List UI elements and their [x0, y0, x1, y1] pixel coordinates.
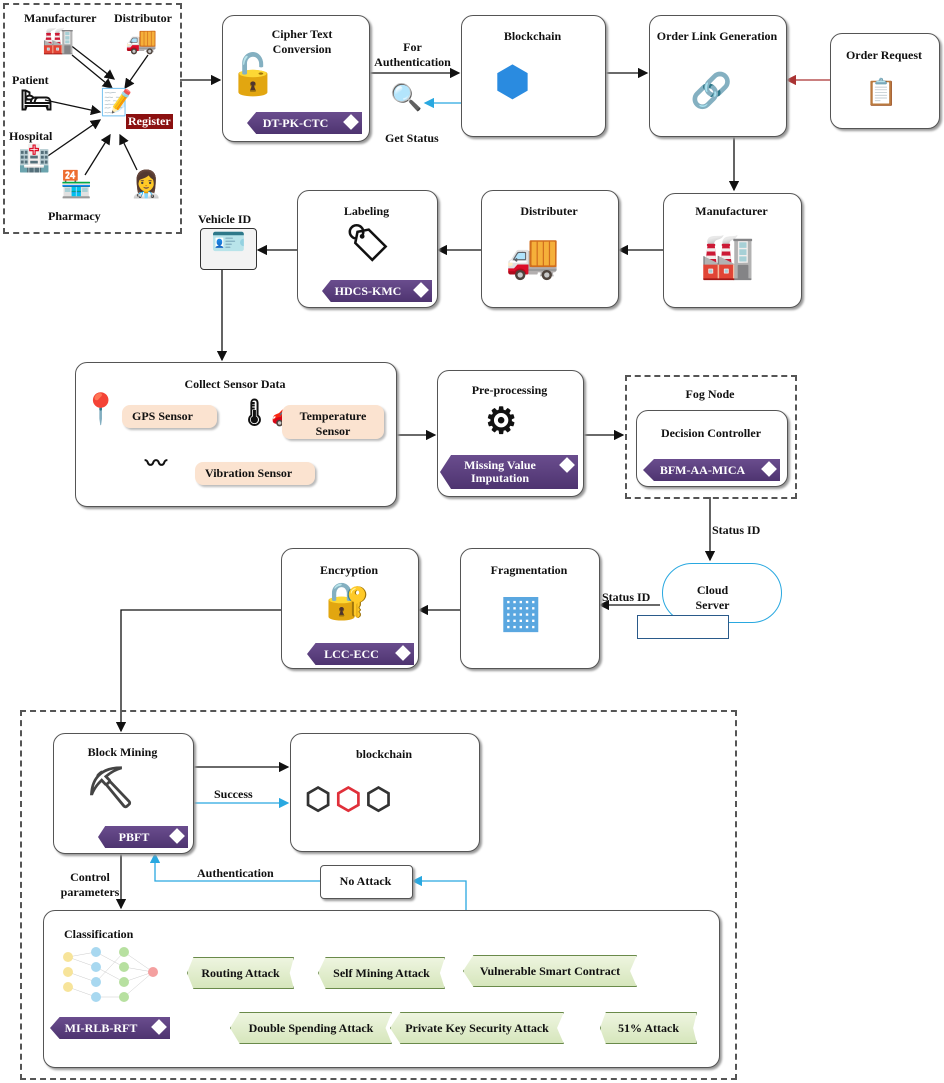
vulnerable-smart-contract: Vulnerable Smart Contract [463, 955, 637, 987]
self-mining-attack: Self Mining Attack [318, 957, 445, 989]
order-link-title: Order Link Generation [656, 29, 778, 43]
distributer-title: Distributer [520, 204, 578, 218]
labeling-title: Labeling [343, 204, 390, 218]
for-authentication-label: For Authentication [374, 40, 451, 69]
blockchain-bottom-title: blockchain [355, 747, 412, 761]
pickaxe-icon: ⛏ [85, 765, 136, 810]
register-form-icon: 📝 [100, 88, 133, 117]
server-icon [637, 615, 729, 639]
padlock-icon: 🔐 [325, 581, 370, 621]
temperature-sensor-label: Temperature Sensor [282, 405, 384, 439]
vibration-icon: 〰 [145, 451, 168, 476]
mi-rlb-rft-badge: MI-RLB-RFT [50, 1017, 170, 1039]
encryption-title: Encryption [319, 563, 378, 577]
register-label: Register [126, 114, 173, 129]
pharmacy-label: Pharmacy [48, 209, 101, 223]
missing-value-imputation-badge: Missing Value Imputation [440, 455, 578, 489]
order-form-icon: 📋 [865, 78, 898, 107]
gear-database-icon: ⚙ [485, 401, 518, 441]
fragmentation-title: Fragmentation [490, 563, 568, 577]
lcc-ecc-badge: LCC-ECC [307, 643, 414, 665]
double-spending-attack: Double Spending Attack [230, 1012, 392, 1044]
delivery-truck-icon: 🚚 [505, 232, 560, 281]
authentication-label: Authentication [197, 866, 274, 880]
label-document-icon: 🏷 [345, 223, 391, 263]
patient-icon: 🛏 [20, 86, 54, 115]
dt-pk-ctc-badge: DT-PK-CTC [247, 112, 362, 134]
id-card-icon: 🪪 [200, 228, 257, 270]
success-label: Success [214, 787, 253, 801]
vibration-sensor-label: Vibration Sensor [195, 462, 315, 485]
neural-network-icon [63, 947, 158, 1002]
map-pin-icon: 📍 [82, 393, 120, 426]
doctor-icon: 👩‍⚕️ [130, 170, 163, 199]
manufacturer-title: Manufacturer [695, 204, 768, 218]
bfm-aa-mica-badge: BFM-AA-MICA [643, 459, 780, 481]
fifty-one-percent-attack: 51% Attack [600, 1012, 697, 1044]
sensor-title: Collect Sensor Data [184, 377, 286, 391]
order-request-title: Order Request [845, 48, 923, 62]
status-id-label: Status ID [712, 523, 761, 537]
pharmacy-icon: 🏪 [60, 170, 93, 199]
manufacturer-label: Manufacturer [24, 11, 97, 25]
fog-node-title: Fog Node [685, 387, 735, 401]
hospital-label: Hospital [9, 129, 53, 143]
hospital-icon: 🏥 [18, 144, 51, 173]
chain-blocks-icon: ⬡⬡⬡ [305, 783, 396, 816]
hdcs-kmc-badge: HDCS-KMC [322, 280, 432, 302]
blockchain-title: Blockchain [503, 29, 562, 43]
vehicle-id-label: Vehicle ID [198, 212, 252, 226]
block-mining-title: Block Mining [87, 745, 158, 759]
blockchain-network-icon: ⬢ [495, 59, 530, 104]
status-id-label-2: Status ID [602, 590, 651, 604]
no-attack-label: No Attack [339, 874, 392, 888]
warehouse-icon: 🚚 [125, 26, 158, 55]
classification-title: Classification [64, 927, 134, 941]
cubes-icon: ▦ [500, 587, 542, 636]
private-key-security-attack: Private Key Security Attack [390, 1012, 564, 1044]
factory-icon: 🏭 [42, 26, 75, 55]
distributor-label: Distributor [114, 11, 172, 25]
routing-attack: Routing Attack [187, 957, 294, 989]
link-icon: 🔗 [690, 73, 733, 110]
factory-icon: 🏭 [700, 232, 755, 281]
control-parameters-label: Control parameters [60, 870, 120, 899]
cloud-server-title: Cloud Server [695, 583, 730, 612]
pbft-badge: PBFT [98, 826, 188, 848]
lock-icon: 🔓 [228, 52, 278, 97]
decision-controller-title: Decision Controller [660, 426, 762, 440]
document-search-icon: 🔍 [390, 83, 423, 112]
preprocessing-title: Pre-processing [471, 383, 548, 397]
get-status-label: Get Status [385, 131, 439, 145]
gps-sensor-label: GPS Sensor [122, 405, 217, 428]
